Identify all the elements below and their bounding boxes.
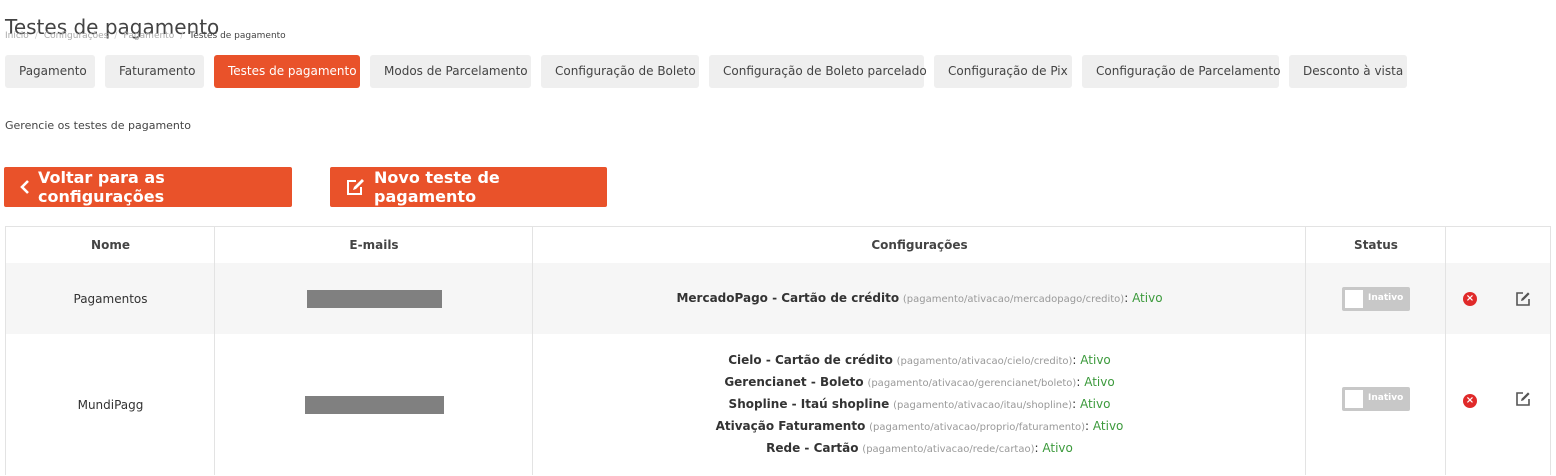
back-to-settings-button[interactable]: Voltar para as configurações: [4, 167, 292, 207]
toggle-knob: [1345, 289, 1363, 308]
delete-icon: ×: [1463, 394, 1477, 408]
chevron-left-icon: [20, 180, 30, 194]
config-name: Ativação Faturamento: [715, 419, 866, 433]
config-name: Gerencianet - Boleto: [724, 375, 864, 389]
status-cell: Inativo: [1306, 334, 1446, 464]
tab-pagamento[interactable]: Pagamento: [5, 55, 95, 88]
tab-faturamento[interactable]: Faturamento: [105, 55, 204, 88]
tab-modos-de-parcelamento[interactable]: Modos de Parcelamento: [370, 55, 531, 88]
toggle-label: Inativo: [1368, 393, 1404, 403]
emails-cell: [215, 263, 533, 334]
back-to-settings-label: Voltar para as configurações: [38, 168, 165, 206]
edit-button[interactable]: [1511, 263, 1535, 334]
new-payment-test-button[interactable]: Novo teste de pagamento: [330, 167, 607, 207]
config-line: MercadoPago - Cartão de crédito (pagamen…: [676, 290, 1163, 305]
breadcrumb-home[interactable]: Início: [5, 31, 29, 41]
tab-configuracao-de-pix[interactable]: Configuração de Pix: [934, 55, 1072, 88]
config-name: MercadoPago - Cartão de crédito: [676, 290, 900, 305]
config-line: Shopline - Itaú shopline (pagamento/ativ…: [728, 397, 1111, 411]
edit-icon: [1516, 291, 1530, 306]
header-nome: Nome: [91, 238, 130, 252]
row-name: Pagamentos: [73, 291, 148, 306]
header-status: Status: [1354, 238, 1398, 252]
config-status: Ativo: [1080, 353, 1111, 367]
redacted-email: [304, 396, 444, 414]
config-status: Ativo: [1042, 441, 1073, 455]
config-name: Cielo - Cartão de crédito: [728, 353, 893, 367]
tab-desconto-a-vista[interactable]: Desconto à vista: [1289, 55, 1407, 88]
status-cell: Inativo: [1306, 263, 1446, 334]
redacted-email: [306, 289, 442, 308]
config-status: Ativo: [1132, 290, 1163, 305]
status-toggle[interactable]: Inativo: [1342, 387, 1410, 411]
config-line: Cielo - Cartão de crédito (pagamento/ati…: [728, 353, 1111, 367]
config-status: Ativo: [1084, 375, 1115, 389]
page-description: Gerencie os testes de pagamento: [5, 119, 191, 132]
header-emails: E-mails: [349, 238, 399, 252]
new-payment-test-label: Novo teste de pagamento: [374, 168, 500, 206]
config-path: (pagamento/ativacao/cielo/credito): [896, 356, 1073, 367]
toggle-knob: [1345, 390, 1363, 408]
tab-configuracao-de-boleto[interactable]: Configuração de Boleto: [541, 55, 699, 88]
header-configuracoes: Configurações: [871, 238, 968, 252]
delete-button[interactable]: ×: [1458, 334, 1482, 468]
config-path: (pagamento/ativacao/mercadopago/credito): [902, 293, 1125, 305]
toggle-label: Inativo: [1368, 292, 1404, 303]
config-line: Rede - Cartão (pagamento/ativacao/rede/c…: [766, 441, 1073, 455]
breadcrumb-current: Testes de pagamento: [189, 31, 286, 41]
payment-tests-table: Nome E-mails Configurações Status Pagame…: [5, 226, 1551, 476]
config-name: Shopline - Itaú shopline: [728, 397, 890, 411]
edit-icon: [1516, 392, 1530, 406]
breadcrumb-pagamento[interactable]: Pagamento: [123, 31, 174, 41]
emails-cell: [215, 334, 533, 476]
config-path: (pagamento/ativacao/gerencianet/boleto): [867, 378, 1077, 389]
configurations-cell: Cielo - Cartão de crédito (pagamento/ati…: [533, 334, 1306, 476]
configurations-cell: MercadoPago - Cartão de crédito (pagamen…: [533, 263, 1306, 334]
config-line: Ativação Faturamento (pagamento/ativacao…: [715, 419, 1124, 433]
settings-tabs: Pagamento Faturamento Testes de pagament…: [5, 55, 1407, 88]
edit-icon: [346, 178, 366, 196]
delete-icon: ×: [1463, 291, 1477, 306]
breadcrumb-separator: /: [180, 31, 184, 41]
tab-testes-de-pagamento[interactable]: Testes de pagamento: [214, 55, 360, 88]
config-name: Rede - Cartão: [766, 441, 859, 455]
breadcrumb: Início / Configurações / Pagamento / Tes…: [5, 31, 286, 41]
breadcrumb-configuracoes[interactable]: Configurações: [44, 31, 108, 41]
tab-configuracao-de-parcelamento[interactable]: Configuração de Parcelamento: [1082, 55, 1280, 88]
status-toggle[interactable]: Inativo: [1342, 286, 1410, 311]
config-path: (pagamento/ativacao/rede/cartao): [862, 444, 1035, 455]
breadcrumb-separator: /: [114, 31, 118, 41]
row-name: MundiPagg: [77, 398, 144, 412]
breadcrumb-separator: /: [34, 31, 38, 41]
config-path: (pagamento/ativacao/proprio/faturamento): [869, 422, 1086, 433]
edit-button[interactable]: [1511, 334, 1535, 464]
tab-configuracao-de-boleto-parcelado[interactable]: Configuração de Boleto parcelado: [709, 55, 927, 88]
config-line: Gerencianet - Boleto (pagamento/ativacao…: [724, 375, 1115, 389]
config-status: Ativo: [1079, 397, 1111, 411]
config-path: (pagamento/ativacao/itau/shopline): [893, 400, 1073, 411]
delete-button[interactable]: ×: [1458, 263, 1482, 334]
config-status: Ativo: [1092, 419, 1124, 433]
